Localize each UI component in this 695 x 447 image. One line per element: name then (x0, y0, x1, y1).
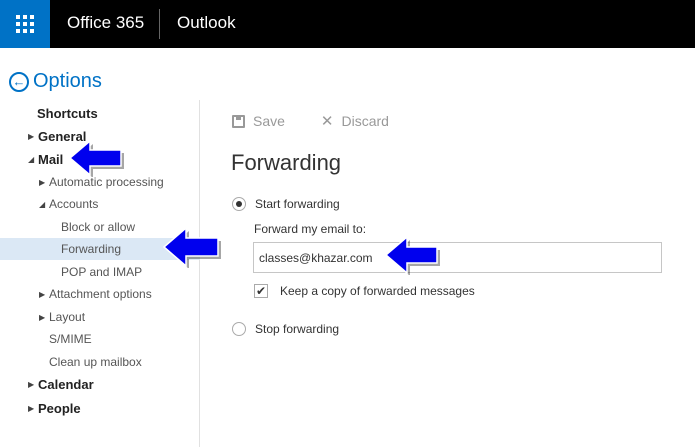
start-forwarding-label: Start forwarding (255, 197, 340, 211)
nav-item-layout[interactable]: ▶ Layout (0, 306, 200, 328)
arrow-left-icon (162, 226, 221, 268)
nav-item-label: Calendar (38, 376, 94, 392)
floppy-disk-icon (232, 114, 245, 128)
forward-email-input[interactable] (253, 242, 662, 273)
keep-copy-checkbox[interactable]: ✔ (254, 284, 268, 298)
expanded-triangle-icon: ◢ (39, 199, 46, 209)
nav-item-calendar[interactable]: ▶ Calendar (0, 373, 200, 395)
options-back-link[interactable]: ← Options (9, 70, 102, 93)
nav-item-shortcuts[interactable]: Shortcuts (0, 102, 200, 124)
brand-label[interactable]: Office 365 (67, 13, 144, 33)
arrow-left-icon (68, 139, 124, 177)
stop-forwarding-radio[interactable] (232, 322, 246, 336)
discard-button[interactable]: ✕ Discard (321, 112, 389, 130)
collapsed-triangle-icon: ▶ (39, 289, 46, 299)
keep-copy-label: Keep a copy of forwarded messages (280, 284, 475, 298)
nav-item-label: Attachment options (49, 287, 152, 301)
nav-item-people[interactable]: ▶ People (0, 397, 200, 419)
nav-item-label: POP and IMAP (61, 265, 143, 279)
start-forwarding-option[interactable]: Start forwarding (232, 197, 340, 211)
stop-forwarding-label: Stop forwarding (255, 322, 340, 336)
nav-item-smime[interactable]: S/MIME (0, 328, 200, 350)
page-title: Forwarding (231, 150, 342, 175)
close-icon: ✕ (320, 113, 334, 130)
stop-forwarding-option[interactable]: Stop forwarding (232, 322, 339, 336)
nav-item-label: Clean up mailbox (49, 355, 142, 369)
nav-item-label: Mail (38, 151, 64, 167)
back-arrow-icon: ← (9, 71, 29, 92)
nav-item-label: Shortcuts (37, 105, 98, 121)
collapsed-triangle-icon: ▶ (28, 379, 35, 389)
nav-item-label: S/MIME (49, 332, 92, 346)
nav-item-attachment-options[interactable]: ▶ Attachment options (0, 283, 200, 305)
save-label: Save (253, 113, 285, 129)
nav-item-label: Forwarding (61, 242, 122, 256)
nav-item-accounts[interactable]: ◢ Accounts (0, 193, 200, 215)
collapsed-triangle-icon: ▶ (39, 177, 46, 187)
nav-item-label: Automatic processing (49, 175, 164, 189)
save-button[interactable]: Save (232, 113, 285, 129)
options-title: Options (33, 70, 102, 92)
arrow-left-icon (384, 235, 440, 275)
forward-to-label: Forward my email to: (254, 222, 367, 236)
app-name[interactable]: Outlook (177, 13, 236, 33)
keep-copy-option[interactable]: ✔ Keep a copy of forwarded messages (254, 284, 475, 298)
topbar-divider (159, 9, 160, 39)
start-forwarding-radio[interactable] (232, 197, 246, 211)
expanded-triangle-icon: ◢ (28, 154, 35, 164)
top-bar: Office 365 Outlook (0, 0, 695, 48)
app-launcher-button[interactable] (0, 0, 50, 48)
app-launcher-icon (16, 15, 34, 33)
nav-item-clean-up-mailbox[interactable]: Clean up mailbox (0, 351, 200, 373)
collapsed-triangle-icon: ▶ (28, 131, 35, 141)
nav-item-label: Accounts (49, 197, 99, 211)
nav-item-label: People (38, 400, 81, 416)
discard-label: Discard (341, 113, 389, 129)
nav-item-label: Layout (49, 310, 86, 324)
collapsed-triangle-icon: ▶ (39, 312, 46, 322)
nav-item-label: Block or allow (61, 220, 136, 234)
collapsed-triangle-icon: ▶ (28, 403, 35, 413)
toolbar: Save ✕ Discard (232, 112, 425, 130)
